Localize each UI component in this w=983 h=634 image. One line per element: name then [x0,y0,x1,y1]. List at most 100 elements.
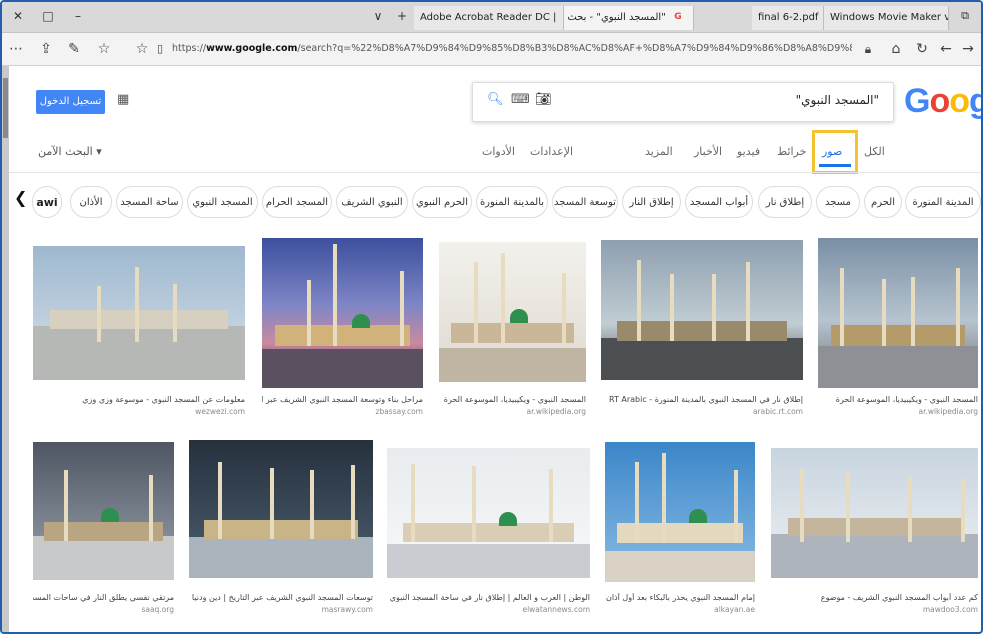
search-input[interactable]: "المسجد النبوي" [796,93,879,107]
result-caption[interactable]: مرتقي نفسي يطلق النار في ساحات المسجد... [33,593,174,602]
tab-list-icon[interactable]: ∨ [368,6,388,26]
chip[interactable]: الأذان [70,186,112,218]
result-source: saaq.org [141,605,174,614]
chip[interactable]: إطلاق النار [622,186,681,218]
logo-letter: g [969,82,981,120]
result-source: elwatannews.com [522,605,590,614]
tab-adobe[interactable]: Adobe Acrobat Reader DC | A [414,6,564,30]
scrollbar[interactable] [2,66,9,632]
apps-grid-icon[interactable]: ▦ [117,92,129,107]
favorites-icon[interactable]: ☆ [94,39,114,59]
tab-pdf[interactable]: final 6-2.pdf ▤ [752,6,824,30]
chip[interactable]: الحرم النبوي [412,186,472,218]
tab-pdf-label: final 6-2.pdf [758,12,819,23]
result-caption[interactable]: الوطن | العرب و العالم | إطلاق نار في سا… [387,593,590,602]
search-icon[interactable]: 🔍︎ [487,92,504,107]
google-icon: G [674,12,682,22]
star-icon[interactable]: ☆ [132,39,152,59]
result-image-8[interactable] [387,448,590,578]
home-icon[interactable]: ⌂ [886,39,906,59]
tab-google-label: "المسجد النبوي" - بحث G [564,12,666,23]
result-source: alkayan.ae [714,605,755,614]
result-source: ar.wikipedia.org [918,407,978,416]
chip[interactable]: المسجد النبوي [187,186,258,218]
chip[interactable]: الحرم [864,186,902,218]
new-tab-icon[interactable]: + [392,6,412,26]
tab-tools[interactable]: الأدوات [482,145,515,158]
lock-icon: 🔒︎ [864,42,872,56]
tab-preview-icon[interactable]: ⧉ [953,6,977,26]
result-caption[interactable]: مراحل بناء وتوسعة المسجد النبوي الشريف ع… [262,395,423,404]
logo-letter: o [929,82,950,120]
close-window-icon[interactable]: ✕ [8,6,28,26]
maximize-window-icon[interactable]: □ [38,6,58,26]
chip[interactable]: أبواب المسجد [685,186,753,218]
tab-movie-maker-label: Windows Movie Maker vs. I [830,12,948,23]
scrollbar-thumb[interactable] [3,78,8,138]
result-image-1[interactable] [818,238,978,388]
share-icon[interactable]: ⇪ [36,39,56,59]
safesearch-dropdown[interactable]: البحث الآمن ▾ [38,145,102,158]
chip[interactable]: ساحة المسجد [116,186,183,218]
tab-bar: ✕ □ – ∨ + Adobe Acrobat Reader DC | A G … [2,2,981,33]
result-source: arabic.rt.com [752,407,803,416]
chip[interactable]: توسعة المسجد [552,186,618,218]
signin-button[interactable]: تسجيل الدخول [36,90,105,114]
chip[interactable]: مسجد [816,186,860,218]
minimize-window-icon[interactable]: – [68,6,88,26]
result-caption[interactable]: كم عدد أبواب المسجد النبوي الشريف - موضو… [771,593,978,602]
result-caption[interactable]: إمام المسجد النبوي يحذر بالبكاء بعد أول … [605,593,755,602]
result-image-10[interactable] [33,442,174,580]
chip[interactable]: إطلاق نار [758,186,812,218]
browser-window: ✕ □ – ∨ + Adobe Acrobat Reader DC | A G … [0,0,983,634]
tab-google-search[interactable]: G "المسجد النبوي" - بحث G ✕ [564,6,694,30]
tab-news[interactable]: الأخبار [694,145,722,158]
tab-movie-maker[interactable]: Windows Movie Maker vs. I ⊞ [824,6,949,30]
reading-view-icon[interactable]: ▯ [150,39,170,59]
result-source: ar.wikipedia.org [526,407,586,416]
result-caption[interactable]: المسجد النبوي - ويكيبيديا، الموسوعة الحر… [818,395,978,404]
result-image-6[interactable] [771,448,978,578]
chip[interactable]: المسجد الحرام [262,186,332,218]
divider [9,172,981,173]
notes-icon[interactable]: ✎ [64,39,84,59]
url-prefix: https:// [172,43,207,54]
tab-videos[interactable]: فيديو [737,145,760,158]
result-source: zbassay.com [375,407,423,416]
result-caption[interactable]: توسعات المسجد النبوي الشريف عبر التاريخ … [189,593,373,602]
result-image-4[interactable] [262,238,423,388]
result-source: masrawy.com [321,605,373,614]
tab-adobe-label: Adobe Acrobat Reader DC | [420,12,557,23]
chip[interactable]: المدينة المنورة [905,186,981,218]
keyboard-icon[interactable]: ⌨ [511,92,530,107]
search-box[interactable]: 🔍︎ ⌨ 📷︎ "المسجد النبوي" [472,82,894,122]
tab-maps[interactable]: خرائط [777,145,806,158]
result-caption[interactable]: المسجد النبوي - ويكيبيديا، الموسوعة الحر… [439,395,586,404]
result-image-9[interactable] [189,440,373,578]
forward-icon[interactable]: → [958,39,978,59]
result-image-3[interactable] [439,242,586,382]
chip[interactable]: النبوي الشريف [336,186,408,218]
chip[interactable]: بالمدينة المنورة [476,186,548,218]
url-field[interactable]: https://www.google.com/search?q=%22%D8%A… [172,39,852,59]
back-icon[interactable]: ← [936,39,956,59]
chip-partial[interactable]: awi [32,186,62,218]
tab-all[interactable]: الكل [864,145,885,158]
camera-icon[interactable]: 📷︎ [535,92,552,107]
logo-letter: o [949,82,970,120]
result-image-7[interactable] [605,442,755,582]
images-tab-highlight [812,130,858,174]
result-source: mawdoo3.com [922,605,978,614]
tab-settings[interactable]: الإعدادات [530,145,573,158]
chevron-left-icon[interactable]: ❮ [14,188,27,207]
refresh-icon[interactable]: ↻ [912,39,932,59]
result-image-2[interactable] [601,240,803,380]
result-caption[interactable]: إطلاق نار في المسجد النبوي بالمدينة المن… [601,395,803,404]
google-logo[interactable]: Google [904,82,981,121]
more-icon[interactable]: ⋯ [6,39,26,59]
result-image-5[interactable] [33,246,245,380]
address-bar: ⋯ ⇪ ✎ ☆ ☆ ▯ https://www.google.com/searc… [2,33,981,66]
tab-more[interactable]: المزيد [645,145,673,158]
url-domain: www.google.com [206,43,298,54]
result-caption[interactable]: معلومات عن المسجد النبوي - موسوعة وزي وز… [33,395,245,404]
